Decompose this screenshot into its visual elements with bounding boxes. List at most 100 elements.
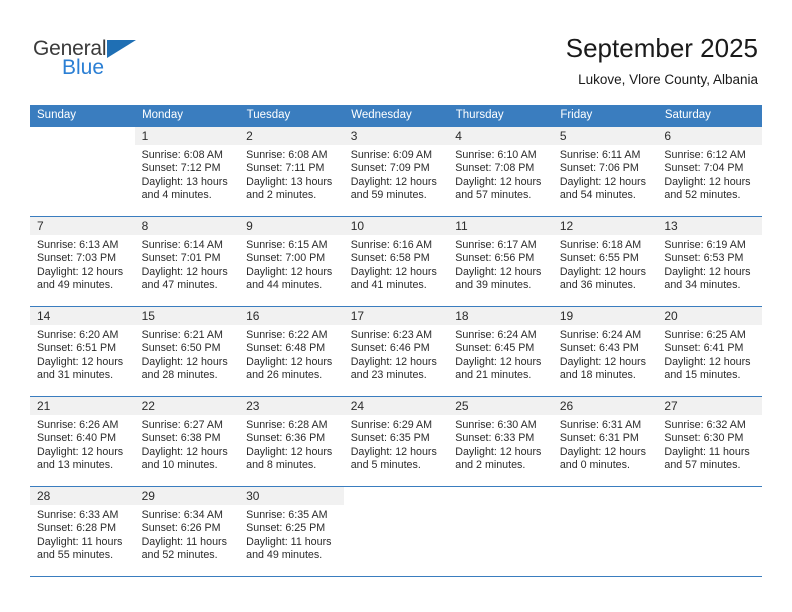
- day-cell[interactable]: 18 Sunrise: 6:24 AM Sunset: 6:45 PM Dayligh…: [448, 307, 553, 396]
- daylight-text-line2: and 57 minutes.: [455, 188, 532, 201]
- daylight-text-line1: Daylight: 12 hours: [559, 175, 646, 188]
- sunrise-text: Sunrise: 6:30 AM: [455, 419, 537, 431]
- day-cell[interactable]: 13 Sunrise: 6:19 AM Sunset: 6:53 PM Dayligh…: [657, 217, 762, 306]
- day-details: Sunrise: 6:08 AM Sunset: 7:11 PM Daylight:…: [239, 145, 344, 202]
- daylight-text-line1: Daylight: 12 hours: [350, 445, 437, 458]
- day-details: Sunrise: 6:28 AM Sunset: 6:36 PM Daylight:…: [239, 415, 344, 472]
- page-subtitle: Lukove, Vlore County, Albania: [578, 72, 758, 87]
- day-cell[interactable]: 2 Sunrise: 6:08 AM Sunset: 7:11 PM Daylight…: [239, 127, 344, 216]
- day-cell[interactable]: 3 Sunrise: 6:09 AM Sunset: 7:09 PM Daylight…: [343, 127, 449, 216]
- sunset-text: Sunset: 6:45 PM: [455, 342, 535, 355]
- day-cell-empty: [448, 487, 553, 576]
- daylight-text-line2: and 18 minutes.: [559, 368, 636, 381]
- day-cell[interactable]: 9 Sunrise: 6:15 AM Sunset: 7:00 PM Daylight…: [239, 217, 344, 306]
- day-cell[interactable]: 12 Sunrise: 6:18 AM Sunset: 6:55 PM Dayligh…: [552, 217, 658, 306]
- sunset-text: Sunset: 7:03 PM: [37, 252, 117, 265]
- day-number: 22: [134, 397, 240, 415]
- sunrise-text: Sunrise: 6:09 AM: [350, 149, 433, 161]
- daylight-text-line2: and 5 minutes.: [350, 458, 421, 471]
- daylight-text-line2: and 15 minutes.: [664, 368, 741, 381]
- day-cell[interactable]: 11 Sunrise: 6:17 AM Sunset: 6:56 PM Dayligh…: [448, 217, 553, 306]
- day-cell[interactable]: 21 Sunrise: 6:26 AM Sunset: 6:40 PM Dayligh…: [30, 397, 135, 486]
- day-number: 30: [239, 487, 344, 505]
- day-cell[interactable]: 4 Sunrise: 6:10 AM Sunset: 7:08 PM Daylight…: [448, 127, 553, 216]
- sunrise-text: Sunrise: 6:26 AM: [37, 419, 119, 431]
- daylight-text-line2: and 23 minutes.: [350, 368, 427, 381]
- daylight-text-line2: and 49 minutes.: [246, 548, 323, 561]
- calendar-body: 1 Sunrise: 6:08 AM Sunset: 7:12 PM Daylight…: [30, 127, 762, 577]
- day-cell[interactable]: 14 Sunrise: 6:20 AM Sunset: 6:51 PM Dayligh…: [30, 307, 135, 396]
- daylight-text-line1: Daylight: 12 hours: [559, 265, 646, 278]
- sunset-text: Sunset: 7:04 PM: [664, 162, 744, 175]
- daylight-text-line1: Daylight: 12 hours: [141, 445, 228, 458]
- sunset-text: Sunset: 6:38 PM: [141, 432, 221, 445]
- general-blue-logo[interactable]: General Blue: [33, 38, 153, 82]
- day-cell[interactable]: 27 Sunrise: 6:32 AM Sunset: 6:30 PM Dayligh…: [657, 397, 762, 486]
- sunrise-text: Sunrise: 6:29 AM: [350, 419, 433, 431]
- day-number: 21: [30, 397, 135, 415]
- sunrise-text: Sunrise: 6:18 AM: [559, 239, 642, 251]
- calendar-cell: 12 Sunrise: 6:18 AM Sunset: 6:55 PM Dayligh…: [552, 216, 658, 307]
- calendar-cell: 30 Sunrise: 6:35 AM Sunset: 6:25 PM Dayligh…: [239, 486, 344, 577]
- calendar-cell: 19 Sunrise: 6:24 AM Sunset: 6:43 PM Dayligh…: [552, 306, 658, 397]
- daylight-text-line2: and 2 minutes.: [246, 188, 317, 201]
- day-cell[interactable]: 5 Sunrise: 6:11 AM Sunset: 7:06 PM Daylight…: [552, 127, 658, 216]
- calendar-cell: 6 Sunrise: 6:12 AM Sunset: 7:04 PM Daylight…: [657, 127, 762, 217]
- day-cell[interactable]: 6 Sunrise: 6:12 AM Sunset: 7:04 PM Daylight…: [657, 127, 762, 216]
- calendar-cell: 5 Sunrise: 6:11 AM Sunset: 7:06 PM Daylight…: [552, 127, 658, 217]
- daylight-text-line2: and 31 minutes.: [37, 368, 114, 381]
- day-cell[interactable]: 24 Sunrise: 6:29 AM Sunset: 6:35 PM Dayligh…: [343, 397, 449, 486]
- calendar-cell: [552, 486, 658, 577]
- sunset-text: Sunset: 7:09 PM: [350, 162, 430, 175]
- daylight-text-line1: Daylight: 12 hours: [455, 355, 542, 368]
- sunrise-text: Sunrise: 6:25 AM: [664, 329, 746, 341]
- day-cell[interactable]: 17 Sunrise: 6:23 AM Sunset: 6:46 PM Dayligh…: [343, 307, 449, 396]
- day-details: Sunrise: 6:20 AM Sunset: 6:51 PM Daylight:…: [30, 325, 135, 382]
- day-number: 23: [239, 397, 344, 415]
- daylight-text-line2: and 0 minutes.: [559, 458, 630, 471]
- daylight-text-line2: and 55 minutes.: [37, 548, 114, 561]
- day-cell[interactable]: 28 Sunrise: 6:33 AM Sunset: 6:28 PM Dayligh…: [30, 487, 135, 576]
- day-number: [448, 487, 553, 505]
- sunset-text: Sunset: 7:08 PM: [455, 162, 535, 175]
- day-cell[interactable]: 7 Sunrise: 6:13 AM Sunset: 7:03 PM Daylight…: [30, 217, 135, 306]
- day-details: Sunrise: 6:33 AM Sunset: 6:28 PM Daylight:…: [30, 505, 135, 562]
- day-cell[interactable]: 1 Sunrise: 6:08 AM Sunset: 7:12 PM Daylight…: [134, 127, 240, 216]
- day-cell[interactable]: 26 Sunrise: 6:31 AM Sunset: 6:31 PM Dayligh…: [552, 397, 658, 486]
- daylight-text-line2: and 8 minutes.: [246, 458, 317, 471]
- day-number: 6: [657, 127, 762, 145]
- daylight-text-line2: and 57 minutes.: [664, 458, 741, 471]
- daylight-text-line1: Daylight: 12 hours: [664, 175, 751, 188]
- day-number: 19: [552, 307, 658, 325]
- calendar-cell: 4 Sunrise: 6:10 AM Sunset: 7:08 PM Daylight…: [448, 127, 553, 217]
- day-cell[interactable]: 15 Sunrise: 6:21 AM Sunset: 6:50 PM Dayligh…: [134, 307, 240, 396]
- day-cell[interactable]: 10 Sunrise: 6:16 AM Sunset: 6:58 PM Dayligh…: [343, 217, 449, 306]
- sunrise-text: Sunrise: 6:22 AM: [246, 329, 328, 341]
- sunset-text: Sunset: 6:50 PM: [141, 342, 221, 355]
- sunrise-text: Sunrise: 6:23 AM: [350, 329, 433, 341]
- day-cell[interactable]: 19 Sunrise: 6:24 AM Sunset: 6:43 PM Dayligh…: [552, 307, 658, 396]
- day-details: Sunrise: 6:24 AM Sunset: 6:45 PM Daylight:…: [448, 325, 553, 382]
- day-cell[interactable]: 20 Sunrise: 6:25 AM Sunset: 6:41 PM Dayligh…: [657, 307, 762, 396]
- daylight-text-line1: Daylight: 12 hours: [455, 175, 542, 188]
- sunrise-text: Sunrise: 6:27 AM: [141, 419, 223, 431]
- sunset-text: Sunset: 6:56 PM: [455, 252, 535, 265]
- day-cell[interactable]: 8 Sunrise: 6:14 AM Sunset: 7:01 PM Daylight…: [134, 217, 240, 306]
- day-cell[interactable]: 30 Sunrise: 6:35 AM Sunset: 6:25 PM Dayligh…: [239, 487, 344, 576]
- sunset-text: Sunset: 6:48 PM: [246, 342, 326, 355]
- day-number: 27: [657, 397, 762, 415]
- day-cell[interactable]: 25 Sunrise: 6:30 AM Sunset: 6:33 PM Dayligh…: [448, 397, 553, 486]
- weekday-header-saturday: Saturday: [657, 105, 763, 127]
- day-details: Sunrise: 6:25 AM Sunset: 6:41 PM Daylight:…: [657, 325, 762, 382]
- sunset-text: Sunset: 6:36 PM: [246, 432, 326, 445]
- day-cell[interactable]: 22 Sunrise: 6:27 AM Sunset: 6:38 PM Dayligh…: [134, 397, 240, 486]
- day-number: 20: [657, 307, 762, 325]
- day-cell[interactable]: 29 Sunrise: 6:34 AM Sunset: 6:26 PM Dayligh…: [134, 487, 240, 576]
- calendar-header-row: Sunday Monday Tuesday Wednesday Thursday…: [30, 105, 763, 127]
- daylight-text-line2: and 54 minutes.: [559, 188, 636, 201]
- sunset-text: Sunset: 6:58 PM: [350, 252, 430, 265]
- calendar-cell: 11 Sunrise: 6:17 AM Sunset: 6:56 PM Dayligh…: [448, 216, 553, 307]
- day-cell[interactable]: 23 Sunrise: 6:28 AM Sunset: 6:36 PM Dayligh…: [239, 397, 344, 486]
- day-cell[interactable]: 16 Sunrise: 6:22 AM Sunset: 6:48 PM Dayligh…: [239, 307, 344, 396]
- daylight-text-line2: and 26 minutes.: [246, 368, 323, 381]
